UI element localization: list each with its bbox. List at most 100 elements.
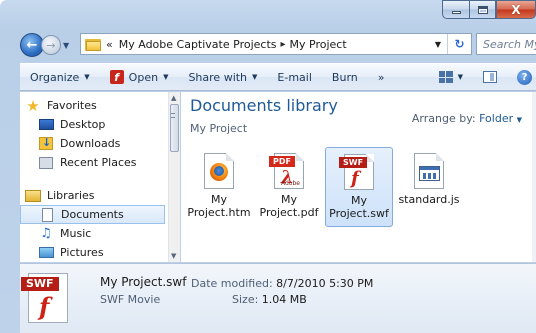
file-name: My Project.pdf	[259, 193, 319, 219]
nav-desktop[interactable]: Desktop	[20, 115, 171, 134]
maximize-icon	[477, 5, 488, 14]
file-name: standard.js	[398, 193, 460, 206]
nav-label: Downloads	[60, 137, 121, 150]
file-name: My Project.htm	[187, 193, 251, 219]
file-grid: My Project.htm PDF λ Adobe My Project.pd…	[185, 147, 465, 227]
folder-icon	[85, 38, 101, 51]
date-modified: Date modified: 8/7/2010 5:30 PM	[191, 277, 373, 290]
documents-icon	[39, 207, 55, 222]
file-item-selected[interactable]: SWF f My Project.swf	[325, 147, 393, 227]
forward-button[interactable]: →	[41, 35, 61, 55]
downloads-icon	[38, 136, 54, 151]
libraries-icon	[25, 189, 41, 203]
breadcrumb-item[interactable]: My Project	[290, 38, 347, 51]
close-button[interactable]: X	[496, 0, 536, 19]
nav-music[interactable]: ♫ Music	[20, 224, 171, 243]
nav-label: Desktop	[60, 118, 106, 131]
back-arrow-icon: ←	[26, 37, 38, 53]
address-dropdown[interactable]: ▼	[429, 40, 447, 49]
minimize-button[interactable]	[442, 0, 469, 19]
size-value: 1.04 MB	[261, 293, 307, 306]
more-commands-button[interactable]: »	[368, 64, 395, 90]
scroll-down-icon[interactable]: ▼	[171, 252, 176, 260]
refresh-button[interactable]: ↻	[447, 34, 471, 54]
refresh-icon: ↻	[454, 37, 465, 51]
burn-label: Burn	[331, 70, 358, 84]
file-type-tag: PDF	[269, 156, 295, 167]
preview-pane-button[interactable]	[473, 64, 507, 90]
arrange-dropdown[interactable]: Folder ▼	[479, 112, 522, 125]
search-input[interactable]: Search My ...	[476, 33, 536, 55]
details-pane: SWF f My Project.swf SWF Movie Date modi…	[20, 263, 536, 333]
nav-label: Recent Places	[60, 156, 137, 169]
maximize-button[interactable]	[469, 0, 496, 19]
swf-icon: SWF f	[339, 154, 374, 190]
navigation-row: ← → ▼ « My Adobe Captivate Projects ▸ My…	[20, 30, 536, 60]
minimize-icon	[451, 11, 461, 14]
file-type-tag: SWF	[339, 157, 368, 168]
flash-app-icon: f	[109, 70, 124, 84]
search-placeholder: Search My ...	[483, 37, 536, 51]
breadcrumb-separator[interactable]: ▸	[281, 39, 286, 50]
file-item[interactable]: standard.js	[395, 147, 463, 227]
scroll-up-icon[interactable]: ▲	[171, 94, 176, 102]
preview-pane-icon	[483, 71, 497, 83]
explorer-window: X ← → ▼ « My Adobe Captivate Projects ▸ …	[0, 0, 536, 333]
nav-documents[interactable]: Documents	[20, 205, 165, 224]
arrange-value: Folder	[479, 112, 514, 125]
arrange-label: Arrange by:	[411, 112, 476, 125]
caption-buttons: X	[442, 0, 536, 22]
open-label: Open	[128, 70, 159, 84]
file-size: Size: 1.04 MB	[232, 293, 307, 306]
content-scrollbar[interactable]	[532, 92, 536, 262]
nav-recent-places[interactable]: Recent Places	[20, 153, 171, 172]
breadcrumb-item[interactable]: My Adobe Captivate Projects	[119, 38, 277, 51]
grip-icon	[171, 113, 175, 118]
forward-arrow-icon: →	[46, 38, 56, 52]
library-subtitle: My Project	[190, 122, 248, 135]
views-icon	[438, 71, 453, 83]
adobe-label: Adobe	[281, 180, 300, 187]
nav-pictures[interactable]: Pictures	[20, 243, 171, 262]
chevron-down-icon: ▼	[516, 116, 522, 124]
nav-libraries[interactable]: Libraries	[20, 186, 171, 205]
file-item[interactable]: PDF λ Adobe My Project.pdf	[255, 147, 323, 227]
breadcrumb-overflow[interactable]: «	[106, 38, 113, 51]
recent-places-icon	[38, 156, 54, 170]
nav-favorites[interactable]: ★ Favorites	[20, 96, 171, 115]
date-modified-label: Date modified:	[191, 277, 273, 290]
nav-downloads[interactable]: Downloads	[20, 134, 171, 153]
pictures-icon	[38, 246, 54, 260]
close-icon: X	[511, 2, 521, 17]
file-list-area: Documents library My Project Arrange by:…	[181, 92, 536, 262]
desktop-icon	[38, 118, 54, 132]
library-title: Documents library	[190, 96, 338, 115]
nav-label: Documents	[61, 208, 124, 221]
nav-label: Libraries	[47, 189, 95, 202]
open-button[interactable]: f Open ▼	[100, 64, 179, 90]
share-with-button[interactable]: Share with ▼	[178, 64, 267, 90]
file-name: My Project.swf	[329, 194, 389, 220]
change-view-button[interactable]: ▼	[429, 64, 473, 90]
help-button[interactable]: ?	[507, 64, 536, 90]
details-file-type: SWF Movie	[100, 293, 161, 306]
navigation-pane: ★ Favorites Desktop Downloads Recent Pla…	[20, 92, 172, 262]
flash-glyph: f	[351, 168, 359, 189]
file-type-tag: SWF	[21, 277, 59, 291]
arrange-by: Arrange by: Folder ▼	[412, 112, 522, 125]
organize-button[interactable]: Organize ▼	[20, 64, 100, 90]
navigation-scrollbar[interactable]: ▲ ▼	[168, 92, 180, 262]
firefox-icon	[204, 153, 234, 189]
address-bar[interactable]: « My Adobe Captivate Projects ▸ My Proje…	[80, 33, 472, 55]
burn-button[interactable]: Burn	[322, 64, 368, 90]
nav-label: Pictures	[60, 246, 104, 259]
flash-glyph: f	[39, 292, 50, 321]
star-icon: ★	[26, 96, 40, 115]
nav-label: Music	[60, 227, 92, 240]
recent-pages-dropdown[interactable]: ▼	[63, 41, 73, 50]
scroll-thumb[interactable]	[170, 104, 179, 152]
date-modified-value: 8/7/2010 5:30 PM	[276, 277, 374, 290]
help-icon: ?	[517, 69, 532, 85]
email-button[interactable]: E-mail	[267, 64, 322, 90]
file-item[interactable]: My Project.htm	[185, 147, 253, 227]
